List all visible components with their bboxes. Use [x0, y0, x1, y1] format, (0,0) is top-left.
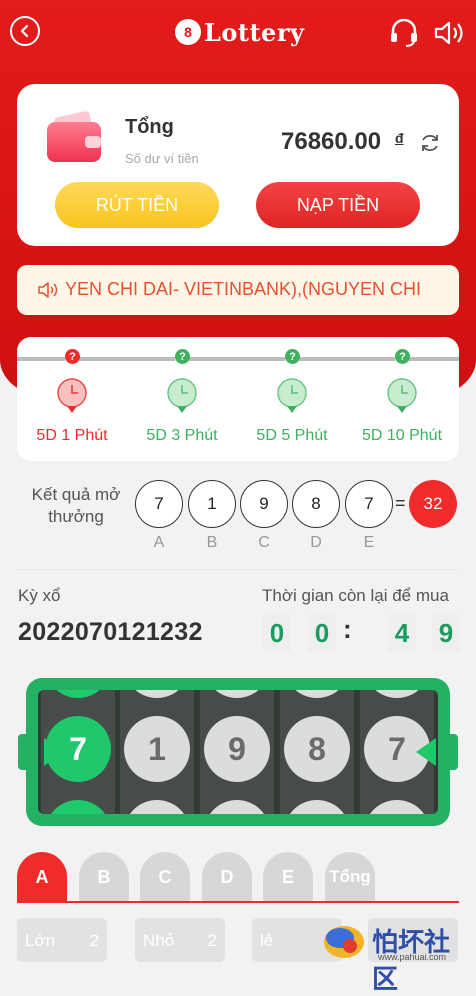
notice-text: YEN CHI DAI- VIETINBANK),(NGUYEN CHI — [65, 279, 422, 299]
position-tabs: A B C D E Tổng — [0, 852, 476, 902]
wallet-card: Tổng Số dư ví tiền 76860.00 đ RÚT TIỀN N… — [17, 84, 459, 246]
slot-reel: 1 — [120, 690, 194, 814]
mode-5d-3-min[interactable]: ? 5D 3 Phút — [127, 347, 237, 457]
help-icon: ? — [285, 349, 300, 364]
withdraw-button[interactable]: RÚT TIỀN — [55, 182, 219, 228]
currency-symbol: đ — [395, 130, 404, 146]
reel-ball: 1 — [124, 716, 190, 782]
tab-a[interactable]: A — [17, 852, 67, 902]
help-icon: ? — [395, 349, 410, 364]
ball-letter: B — [206, 534, 218, 551]
game-mode-selector: ? 5D 1 Phút ? 5D 3 Phút ? 5D 5 Phút ? 5D… — [17, 337, 459, 461]
slot-reels: 7 1 9 8 7 — [38, 690, 438, 814]
slot-reel: 9 — [200, 690, 274, 814]
reel-ball-prev — [364, 690, 430, 698]
clock-icon — [167, 378, 197, 413]
slot-machine: 7 1 9 8 7 — [26, 678, 450, 826]
reel-ball-next — [364, 800, 430, 814]
wallet-icon — [47, 111, 101, 162]
back-button[interactable] — [10, 16, 40, 46]
help-icon: ? — [175, 349, 190, 364]
bet-odds: 2 — [207, 931, 217, 950]
countdown-digit: 0 — [263, 614, 291, 652]
mode-5d-5-min[interactable]: ? 5D 5 Phút — [237, 347, 347, 457]
balance-amount: 76860.00 — [281, 128, 382, 155]
slot-pointer-right — [416, 738, 436, 766]
headset-icon[interactable] — [388, 18, 420, 48]
tab-total[interactable]: Tổng — [325, 852, 375, 902]
countdown-digit: 0 — [308, 614, 336, 652]
tab-c[interactable]: C — [140, 852, 190, 902]
chevron-left-icon — [20, 24, 29, 38]
mode-label: 5D 10 Phút — [361, 427, 443, 444]
reel-ball-next — [204, 800, 270, 814]
mode-label: 5D 1 Phút — [36, 427, 108, 444]
ball-letter: E — [363, 534, 375, 551]
reel-ball-prev — [124, 690, 190, 698]
mode-5d-10-min[interactable]: ? 5D 10 Phút — [347, 347, 457, 457]
wallet-title: Tổng — [125, 116, 174, 138]
ball-letter: C — [258, 534, 270, 551]
wallet-subtitle: Số dư ví tiền — [125, 151, 199, 166]
result-ball: 7 — [135, 480, 183, 528]
countdown-digit: 4 — [388, 614, 416, 652]
divider — [17, 569, 459, 570]
result-sum: 32 — [409, 480, 457, 528]
reel-ball-next — [124, 800, 190, 814]
result-ball: 9 — [240, 480, 288, 528]
logo-mark: 8 — [175, 19, 201, 45]
reel-ball-prev — [284, 690, 350, 698]
clock-icon — [277, 378, 307, 413]
tab-underline — [17, 901, 459, 903]
logo-text: Lottery — [204, 17, 305, 47]
mode-label: 5D 5 Phút — [256, 427, 328, 444]
mode-5d-1-min[interactable]: ? 5D 1 Phút — [17, 347, 127, 457]
deposit-button[interactable]: NẠP TIỀN — [256, 182, 420, 228]
speaker-icon — [38, 282, 58, 298]
bet-option-big[interactable]: Lớn 2 — [17, 918, 107, 962]
result-ball: 8 — [292, 480, 340, 528]
site-watermark: 怕坏社区 www.pahuai.com — [318, 916, 474, 995]
period-number: 2022070121232 — [18, 618, 203, 646]
reel-ball-prev — [204, 690, 270, 698]
clock-icon — [57, 378, 87, 413]
watermark-url: www.pahuai.com — [378, 952, 447, 962]
refresh-icon[interactable] — [419, 132, 441, 154]
reel-ball-next — [45, 800, 111, 814]
countdown-separator: : — [343, 614, 352, 644]
reel-ball-prev — [45, 690, 111, 698]
clock-icon — [387, 378, 417, 413]
result-ball: 1 — [188, 480, 236, 528]
result-ball: 7 — [345, 480, 393, 528]
reel-ball: 9 — [204, 716, 270, 782]
bet-label: Nhỏ — [143, 931, 175, 950]
bet-label: lẻ — [260, 931, 274, 950]
ball-letter: A — [153, 534, 165, 551]
tab-e[interactable]: E — [263, 852, 313, 902]
help-icon: ? — [65, 349, 80, 364]
ball-letter: D — [310, 534, 322, 551]
equals-sign: = — [395, 493, 406, 513]
watermark-logo-icon — [324, 926, 364, 958]
bet-odds: 2 — [89, 931, 99, 950]
reel-ball: 8 — [284, 716, 350, 782]
slot-pointer-left — [44, 738, 64, 766]
app-logo: 8 Lottery — [175, 14, 304, 50]
bet-label: Lớn — [25, 931, 56, 950]
tab-d[interactable]: D — [202, 852, 252, 902]
countdown-label: Thời gian còn lại để mua — [262, 586, 449, 605]
notice-bar[interactable]: YEN CHI DAI- VIETINBANK),(NGUYEN CHI — [17, 265, 459, 315]
speaker-icon[interactable] — [432, 18, 466, 48]
tab-b[interactable]: B — [79, 852, 129, 902]
countdown-digit: 9 — [432, 614, 460, 652]
bet-option-small[interactable]: Nhỏ 2 — [135, 918, 225, 962]
mode-label: 5D 3 Phút — [146, 427, 218, 444]
reel-ball-next — [284, 800, 350, 814]
top-bar: 8 Lottery — [0, 0, 476, 66]
slot-reel: 8 — [280, 690, 354, 814]
result-label: Kết quả mở thưởng — [31, 485, 121, 526]
period-label: Kỳ xổ — [18, 586, 61, 605]
draw-result: Kết quả mở thưởng 7 1 9 8 7 A B C D E = … — [0, 470, 476, 570]
